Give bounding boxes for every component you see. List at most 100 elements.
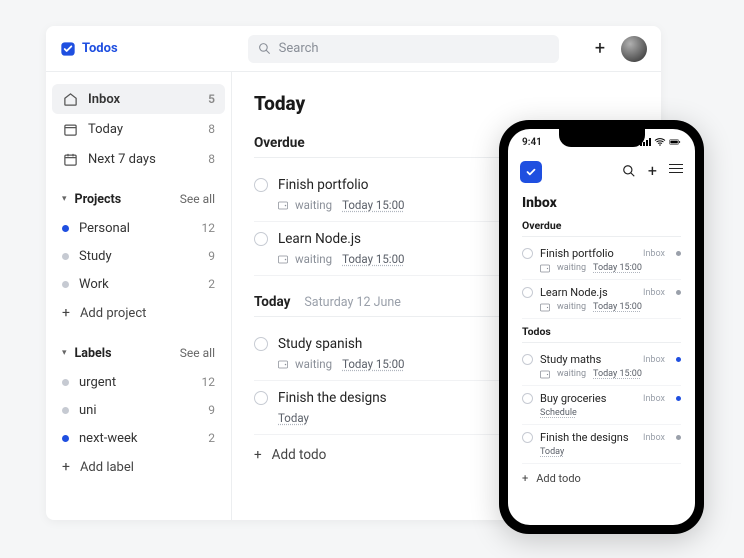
task-checkbox[interactable] [254,232,268,246]
phone-notch [559,129,645,147]
project-color-dot [676,396,681,401]
label-uni[interactable]: uni 9 [52,396,225,424]
phone-task-row[interactable]: Learn Node.js Inbox waiting Today 15:00 [522,280,681,319]
phone-add-todo-label: Add todo [536,472,581,485]
task-title: Finish the designs [278,390,387,406]
add-label-button[interactable]: + Add label [52,452,225,482]
task-checkbox[interactable] [254,391,268,405]
search-input[interactable]: Search [248,35,559,63]
task-tag: waiting [278,198,332,212]
task-due: Today 15:00 [593,369,642,379]
plus-icon: + [62,305,70,321]
task-checkbox[interactable] [254,178,268,192]
task-title: Finish the designs [540,431,636,444]
task-title: Learn Node.js [540,286,636,299]
project-study[interactable]: Study 9 [52,242,225,270]
logo-check-icon [524,165,538,179]
add-button[interactable]: + [589,38,611,60]
home-icon [62,91,78,107]
sidebar-item-next7[interactable]: Next 7 days 8 [52,144,225,174]
avatar[interactable] [621,36,647,62]
task-checkbox[interactable] [522,354,533,365]
task-tag: waiting [540,302,586,312]
phone-add-todo-button[interactable]: + Add todo [522,464,681,493]
add-todo-label: Add todo [272,447,327,463]
sidebar-item-inbox[interactable]: Inbox 5 [52,84,225,114]
task-title: Study maths [540,353,636,366]
tag-icon [540,303,552,312]
task-due: Today 15:00 [342,198,404,212]
task-checkbox[interactable] [254,337,268,351]
project-color-dot [62,225,69,232]
chevron-down-icon: ▾ [62,348,67,358]
label-count: 12 [202,375,216,389]
phone-menu-button[interactable] [669,164,683,181]
app-logo[interactable]: Todos [60,41,118,57]
project-color-dot [676,290,681,295]
label-count: 9 [208,403,215,417]
label-urgent[interactable]: urgent 12 [52,368,225,396]
sidebar-item-label: Inbox [88,92,120,107]
project-color-dot [62,281,69,288]
phone-group-header: Overdue [522,219,681,237]
label-next-week[interactable]: next-week 2 [52,424,225,452]
task-tag: waiting [540,369,586,379]
task-due: Today 15:00 [593,302,642,312]
task-due: Today [278,411,309,425]
label-count: 2 [208,431,215,445]
sidebar-item-count: 8 [208,152,215,166]
label-color-dot [62,379,69,386]
plus-icon: + [254,447,262,463]
task-meta: waitingToday 15:00 [540,263,681,273]
task-checkbox[interactable] [522,248,533,259]
plus-icon: + [522,472,528,485]
task-title: Learn Node.js [278,231,361,247]
task-project: Inbox [643,288,665,298]
phone-task-row[interactable]: Finish the designs Inbox Today [522,425,681,464]
see-all-labels[interactable]: See all [180,346,215,360]
project-work[interactable]: Work 2 [52,270,225,298]
label-text: next-week [79,431,138,446]
calendar-range-icon [62,151,78,167]
task-meta: waiting Today 15:00 [540,369,681,379]
task-checkbox[interactable] [522,393,533,404]
task-checkbox[interactable] [522,432,533,443]
task-checkbox[interactable] [522,287,533,298]
project-count: 12 [202,221,216,235]
project-personal[interactable]: Personal 12 [52,214,225,242]
calendar-icon [62,121,78,137]
search-icon [622,164,636,178]
add-project-button[interactable]: + Add project [52,298,225,328]
sidebar-item-today[interactable]: Today 8 [52,114,225,144]
project-count: 2 [208,277,215,291]
tag-icon [540,370,552,379]
group-subtitle: Saturday 12 June [304,295,401,310]
project-color-dot [62,253,69,260]
task-tag: waiting [278,357,332,371]
section-projects[interactable]: ▾ Projects See all [52,184,225,214]
logo-check-icon [60,41,76,57]
task-due: Today 15:00 [593,263,642,273]
section-labels[interactable]: ▾ Labels See all [52,338,225,368]
task-due: Today 15:00 [342,357,404,371]
task-project: Inbox [643,394,665,404]
tag-icon [278,201,290,210]
phone-add-button[interactable]: + [648,164,657,181]
task-project: Inbox [643,355,665,365]
label-color-dot [62,435,69,442]
battery-icon [669,138,681,146]
add-project-label: Add project [80,306,146,321]
see-all-projects[interactable]: See all [180,192,215,206]
project-label: Personal [79,221,130,236]
page-title: Today [254,92,639,115]
task-tag: waiting [278,252,332,266]
task-project: Inbox [643,249,665,259]
phone-task-row[interactable]: Buy groceries Inbox Schedule [522,386,681,425]
sidebar: Inbox 5 Today 8 Next 7 days 8 ▾ Projects… [46,72,232,520]
phone-task-row[interactable]: Finish portfolio Inbox waitingToday 15:0… [522,241,681,280]
phone-logo[interactable] [520,161,542,183]
phone-task-row[interactable]: Study maths Inbox waiting Today 15:00 [522,347,681,386]
label-text: urgent [79,375,116,390]
task-title: Buy groceries [540,392,636,405]
phone-search-button[interactable] [622,164,636,181]
